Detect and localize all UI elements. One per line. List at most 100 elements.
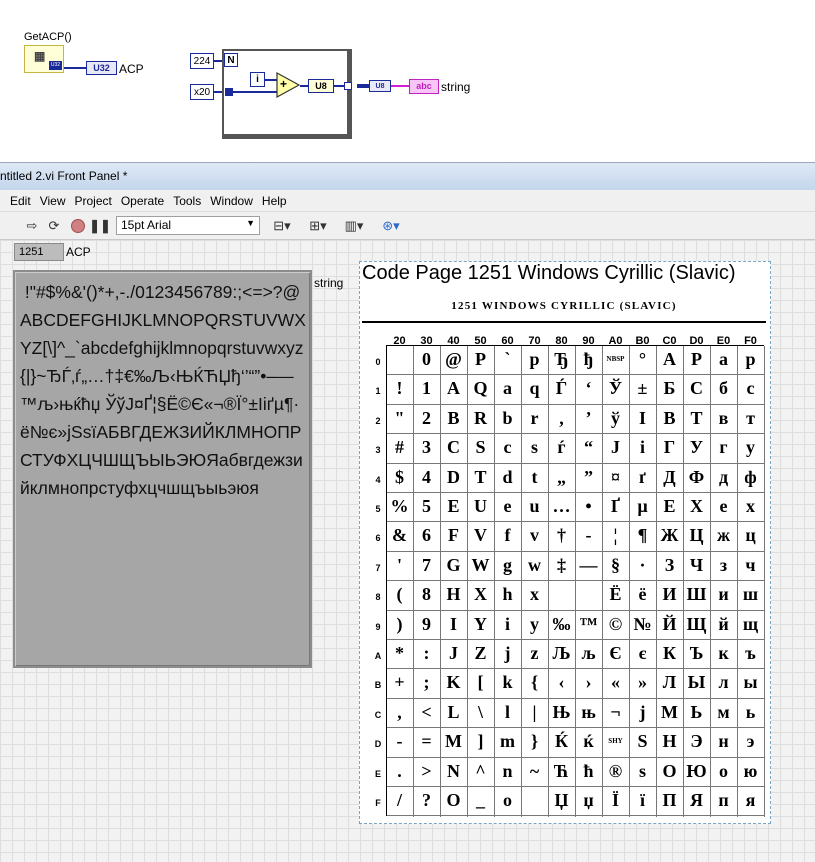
abort-icon[interactable] xyxy=(68,216,88,236)
codepage-cell: ѓ xyxy=(557,437,566,458)
codepage-cell: Ћ xyxy=(554,760,569,781)
codepage-cell: k xyxy=(502,672,513,693)
loop-count-terminal[interactable]: N xyxy=(224,53,238,67)
codepage-cell: у xyxy=(746,437,755,458)
to-u8-node[interactable]: U8 xyxy=(308,79,334,93)
align-objects-icon[interactable]: ⊟▾ xyxy=(268,216,296,236)
codepage-cell: ё xyxy=(638,584,647,605)
codepage-cell: # xyxy=(395,437,404,458)
codepage-cell: ¤ xyxy=(611,466,620,487)
codepage-cell: Є xyxy=(609,643,622,663)
codepage-cell: м xyxy=(717,701,730,722)
codepage-cell: Z xyxy=(474,643,487,663)
acp-indicator-terminal[interactable]: U32 xyxy=(86,61,117,75)
codepage-cell: ! xyxy=(396,378,403,399)
const-224[interactable]: 224 xyxy=(190,53,214,69)
shift-tunnel xyxy=(225,88,233,96)
codepage-cell: я xyxy=(745,790,756,810)
array-wire xyxy=(357,84,369,88)
codepage-row-header: F xyxy=(375,798,381,808)
font-selector[interactable]: 15pt Arial ▼ xyxy=(116,216,260,235)
codepage-cell: M xyxy=(445,731,462,752)
codepage-cell: ¬ xyxy=(610,701,621,722)
string-wire xyxy=(391,85,409,87)
codepage-cell: 3 xyxy=(422,437,431,458)
acp-indicator[interactable]: 1251 xyxy=(14,243,64,261)
codepage-cell: д xyxy=(718,466,729,487)
codepage-cell: y xyxy=(530,613,539,634)
codepage-cell: ѕ xyxy=(638,760,646,781)
codepage-cell: Љ xyxy=(552,643,571,663)
codepage-cell: ф xyxy=(744,466,757,487)
run-continuous-icon[interactable]: ⟳ xyxy=(44,216,64,236)
codepage-cell: ђ xyxy=(583,349,594,369)
codepage-cell: U xyxy=(474,496,487,516)
codepage-cell: ± xyxy=(637,378,648,399)
codepage-cell: D xyxy=(447,466,460,487)
menu-project[interactable]: Project xyxy=(74,194,111,208)
string-indicator-terminal[interactable]: abc xyxy=(409,79,439,94)
reorder-icon[interactable]: ⊛▾ xyxy=(376,216,406,236)
codepage-cell: % xyxy=(390,496,409,516)
codepage-cell: i xyxy=(639,437,645,458)
string-terminal-label: string xyxy=(441,80,471,94)
codepage-cell: + xyxy=(394,672,405,693)
codepage-cell: Ў xyxy=(608,378,623,399)
codepage-cell: т xyxy=(746,407,755,428)
menu-tools[interactable]: Tools xyxy=(173,194,201,208)
codepage-cell: R xyxy=(474,407,487,428)
codepage-cell: Ѕ xyxy=(637,731,648,752)
window-titlebar[interactable]: ntitled 2.vi Front Panel * xyxy=(0,162,815,190)
codepage-row-header: 6 xyxy=(375,533,381,544)
codepage-cell: Ф xyxy=(688,466,705,487)
codepage-cell: ј xyxy=(639,701,646,722)
codepage-cell: ћ xyxy=(583,760,594,781)
codepage-cell: A xyxy=(447,378,460,399)
codepage-cell: J xyxy=(449,643,458,663)
string-indicator-label: string xyxy=(314,276,344,290)
codepage-cell: † xyxy=(557,525,566,546)
codepage-cell: Г xyxy=(663,437,676,458)
codepage-cell: _ xyxy=(476,790,485,810)
const-x20[interactable]: x20 xyxy=(190,84,214,100)
codepage-grid: 0 @ P ` p Ђђ NBSP ° А Ра р! 1 A Qa q Ѓ ‘Ў ± Б Сб с " 2 B Rb r,’ ў I… xyxy=(386,345,765,817)
codepage-cell: w xyxy=(528,554,541,575)
codepage-cell: Т xyxy=(690,407,703,428)
codepage-cell: › xyxy=(585,672,592,693)
codepage-cell: 2 xyxy=(422,407,431,428)
byte-array-to-string[interactable]: U8 xyxy=(369,80,391,92)
acp-wire xyxy=(64,67,86,69)
codepage-cell: к xyxy=(718,643,729,663)
codepage-cell: “ xyxy=(584,437,593,458)
getacp-node[interactable]: ▦ U32 xyxy=(24,45,64,73)
codepage-cell: Ю xyxy=(686,760,707,781)
codepage-cell: X xyxy=(474,584,487,605)
codepage-cell xyxy=(387,348,412,377)
codepage-cell: < xyxy=(421,701,432,722)
loop-index-terminal[interactable]: i xyxy=(250,72,265,87)
codepage-cell: Ѓ xyxy=(555,378,568,399)
run-arrow-icon[interactable]: ⇨ xyxy=(22,216,42,236)
codepage-cell: ж xyxy=(716,525,731,546)
resize-objects-icon[interactable]: ▥▾ xyxy=(340,216,368,236)
menu-edit[interactable]: Edit xyxy=(10,194,31,208)
codepage-row-header: 3 xyxy=(375,445,381,456)
menu-operate[interactable]: Operate xyxy=(121,194,164,208)
menu-view[interactable]: View xyxy=(40,194,66,208)
codepage-cell: 1 xyxy=(422,378,431,399)
codepage-cell: ы xyxy=(743,672,758,693)
codepage-cell: ™ xyxy=(579,613,598,634)
codepage-cell: , xyxy=(559,407,564,428)
u8-wire xyxy=(334,85,344,87)
codepage-cell: ` xyxy=(504,349,511,369)
codepage-cell: Y xyxy=(474,613,487,634)
distribute-objects-icon[interactable]: ⊞▾ xyxy=(304,216,332,236)
codepage-cell: : xyxy=(423,643,430,663)
codepage-cell: Њ xyxy=(552,701,571,722)
codepage-cell: • xyxy=(585,496,592,516)
menu-help[interactable]: Help xyxy=(262,194,287,208)
pause-icon[interactable]: ❚❚ xyxy=(89,216,111,236)
codepage-cell: v xyxy=(530,525,539,546)
menu-window[interactable]: Window xyxy=(210,194,253,208)
sum-wire xyxy=(300,85,308,87)
